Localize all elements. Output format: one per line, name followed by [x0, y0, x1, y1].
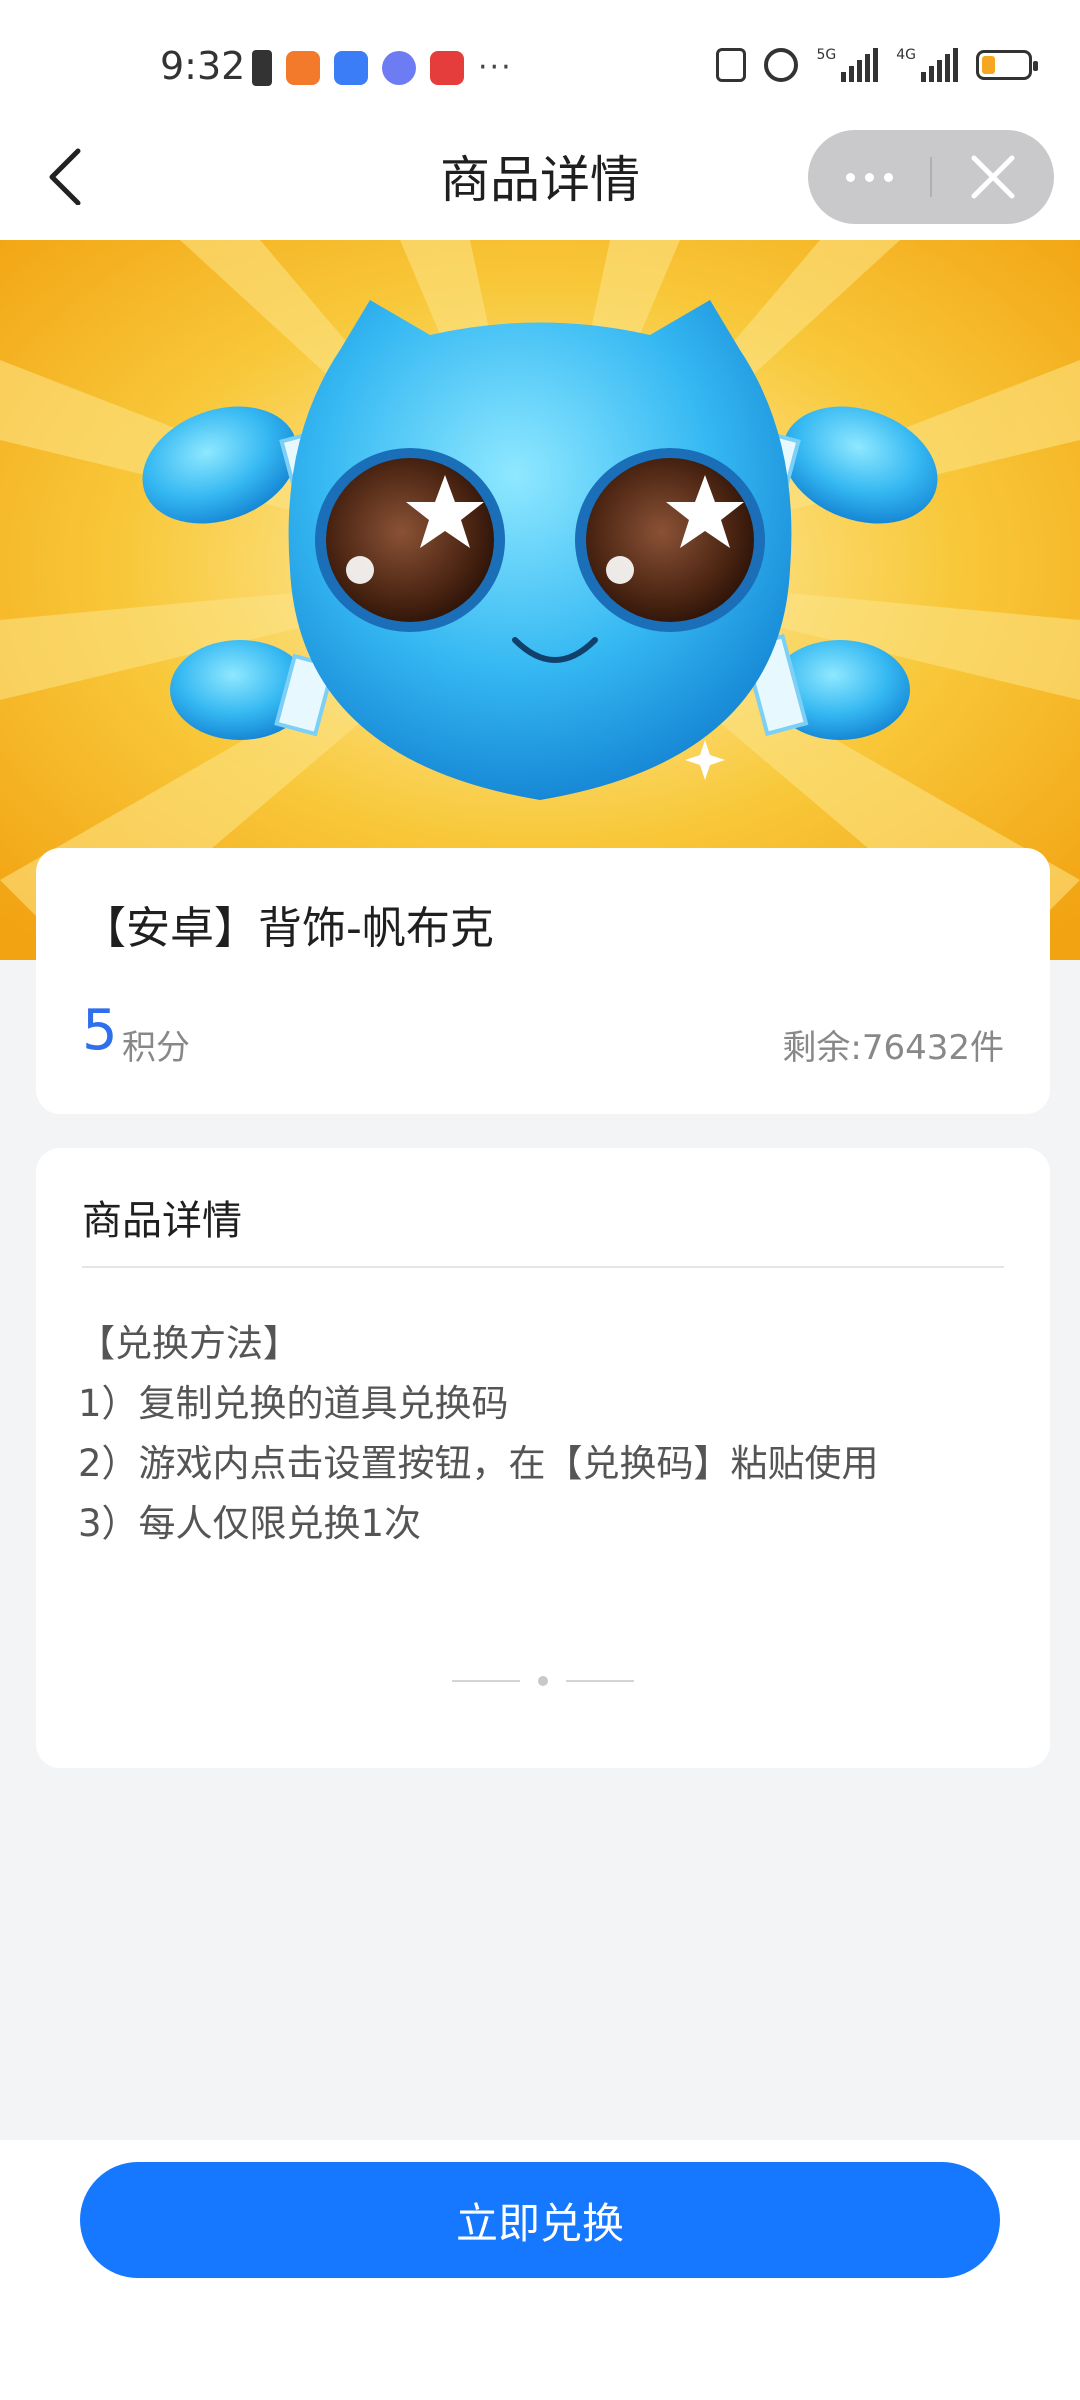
detail-line: 3）每人仅限兑换1次 [78, 1502, 422, 1545]
stock-remaining: 剩余:76432件 [782, 1028, 1004, 1068]
status-time: 9:32 [160, 44, 246, 88]
close-button[interactable] [932, 130, 1054, 224]
detail-divider [82, 1266, 1004, 1268]
price-value: 5 [82, 998, 118, 1063]
more-notifications-icon: ··· [478, 50, 513, 85]
battery-icon [976, 50, 1038, 80]
product-info-card: 【安卓】背饰-帆布克 5 积分 剩余:76432件 [36, 848, 1050, 1114]
product-title: 【安卓】背饰-帆布克 [82, 903, 494, 954]
signal-4g-icon: 4G [896, 48, 958, 82]
bottom-action-bar: 立即兑换 [0, 2140, 1080, 2400]
detail-heading: 商品详情 [82, 1198, 242, 1244]
music-app-icon [382, 51, 416, 85]
price-unit: 积分 [122, 1028, 190, 1068]
redeem-button[interactable]: 立即兑换 [80, 2162, 1000, 2278]
alarm-icon [764, 48, 799, 82]
detail-content: 【兑换方法】 1）复制兑换的道具兑换码 2）游戏内点击设置按钮，在【兑换码】粘贴… [78, 1314, 1010, 1554]
product-detail-card: 商品详情 【兑换方法】 1）复制兑换的道具兑换码 2）游戏内点击设置按钮，在【兑… [36, 1148, 1050, 1768]
detail-line: 【兑换方法】 [78, 1322, 300, 1365]
status-notification-icons: ··· [252, 50, 513, 86]
end-of-content-marker [36, 1676, 1050, 1686]
battery-level [982, 56, 995, 74]
signal-5g-icon: 5G [816, 48, 879, 82]
education-app-icon [334, 51, 368, 85]
more-dots-icon [845, 172, 855, 182]
more-button[interactable] [808, 130, 930, 224]
close-icon [971, 155, 1015, 199]
detail-line: 2）游戏内点击设置按钮，在【兑换码】粘贴使用 [78, 1442, 879, 1485]
battery-saver-icon [252, 50, 272, 86]
mini-program-capsule [808, 130, 1054, 224]
status-system-icons: 5G 4G [716, 48, 1038, 82]
reader-app-icon [430, 51, 464, 85]
video-app-icon [286, 51, 320, 85]
nav-header: 商品详情 [0, 110, 1080, 240]
nfc-icon [716, 48, 747, 82]
detail-line: 1）复制兑换的道具兑换码 [78, 1382, 509, 1425]
